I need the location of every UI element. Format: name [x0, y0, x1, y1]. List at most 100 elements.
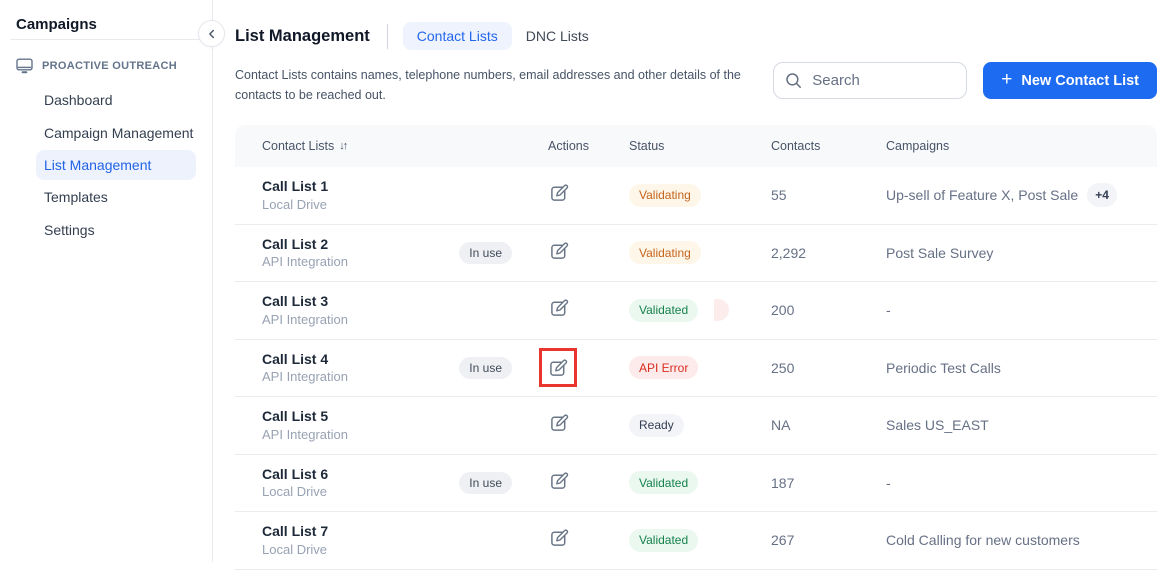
search-box: [773, 62, 968, 99]
search-input[interactable]: [773, 62, 968, 99]
sidebar-item-dashboard[interactable]: Dashboard: [0, 84, 212, 117]
table-row: Call List 3 API Integration Validated 20…: [235, 282, 1157, 340]
plus-icon: +: [1001, 69, 1013, 90]
sidebar-item-templates[interactable]: Templates: [0, 181, 212, 214]
page-description: Contact Lists contains names, telephone …: [235, 68, 741, 102]
table-row: Call List 2 API Integration In use Valid…: [235, 224, 1157, 282]
table-row: Call List 4 API Integration In use API E…: [235, 339, 1157, 397]
in-use-badge: In use: [459, 241, 512, 264]
sidebar-title: Campaigns: [16, 16, 97, 33]
sidebar-item-label: Settings: [44, 221, 95, 238]
new-contact-list-label: New Contact List: [1021, 72, 1139, 89]
sidebar-item-label: List Management: [44, 157, 152, 173]
edit-icon: [550, 359, 568, 376]
contacts-count: 2,292: [771, 244, 807, 261]
table-row: Call List 6 Local Drive In use Validated…: [235, 454, 1157, 512]
status-badge: Validated: [629, 298, 699, 322]
contacts-count: 200: [771, 302, 795, 319]
table-header-row: Contact Lists ↓↑ Actions Status Contacts…: [235, 125, 1157, 167]
edit-icon: [551, 414, 569, 432]
tab-contact-lists[interactable]: Contact Lists: [402, 22, 512, 50]
status-badge: API Error: [629, 356, 699, 380]
column-header-status: Status: [629, 139, 665, 153]
campaigns-value: Up-sell of Feature X, Post Sale: [886, 187, 1079, 204]
contact-lists-table: Contact Lists ↓↑ Actions Status Contacts…: [235, 125, 1157, 570]
edit-list-button[interactable]: [548, 240, 570, 262]
tab-dnc-lists[interactable]: DNC Lists: [512, 22, 603, 50]
edit-list-button[interactable]: [548, 412, 570, 434]
sidebar-item-label: Dashboard: [44, 92, 113, 109]
sidebar-collapse-button[interactable]: [198, 20, 225, 47]
sidebar-menu: Dashboard Campaign Management List Manag…: [0, 84, 212, 246]
edit-icon: [551, 299, 569, 317]
sidebar-item-label: Templates: [44, 189, 108, 206]
sidebar-section-proactive-outreach: PROACTIVE OUTREACH: [0, 56, 212, 76]
contacts-count: 187: [771, 474, 795, 491]
table-row: Call List 5 API Integration Ready NA Sal…: [235, 397, 1157, 455]
sort-icon[interactable]: ↓↑: [339, 140, 348, 152]
new-contact-list-button[interactable]: + New Contact List: [983, 62, 1157, 99]
edit-list-button[interactable]: [548, 182, 570, 204]
monitor-icon: [16, 58, 33, 74]
list-source: API Integration: [262, 254, 348, 270]
title-divider: [386, 23, 388, 49]
list-source: Local Drive: [262, 196, 328, 212]
campaigns-value: Periodic Test Calls: [886, 359, 1001, 376]
table-row: Call List 7 Local Drive Validated 267 Co…: [235, 512, 1157, 570]
edit-icon: [551, 472, 569, 489]
list-source: API Integration: [262, 311, 348, 327]
sidebar-item-campaign-management[interactable]: Campaign Management: [0, 117, 212, 150]
campaigns-value: -: [886, 474, 891, 491]
list-name: Call List 4: [262, 350, 329, 367]
list-name: Call List 5: [262, 408, 329, 425]
edit-list-button[interactable]: [548, 527, 570, 549]
sidebar-item-list-management[interactable]: List Management: [36, 150, 196, 180]
sidebar-section-label: PROACTIVE OUTREACH: [42, 60, 177, 72]
tab-label: DNC Lists: [525, 28, 589, 44]
sidebar-item-settings[interactable]: Settings: [0, 214, 212, 247]
sidebar-item-label: Campaign Management: [44, 124, 194, 141]
status-badge: Validating: [629, 241, 701, 265]
edit-icon: [551, 529, 569, 547]
campaigns-value: Cold Calling for new customers: [886, 532, 1080, 549]
list-source: API Integration: [262, 369, 348, 385]
contacts-count: 267: [771, 532, 795, 549]
list-name: Call List 7: [262, 523, 329, 540]
list-source: API Integration: [262, 426, 348, 442]
status-badge: Validating: [629, 183, 701, 207]
in-use-badge: In use: [459, 471, 512, 494]
in-use-badge: In use: [459, 356, 512, 379]
topbar: List Management Contact Lists DNC Lists …: [235, 22, 1157, 105]
contacts-count: NA: [771, 417, 791, 434]
status-badge: Validated: [629, 471, 699, 495]
column-header-contacts: Contacts: [771, 139, 821, 153]
edit-list-button[interactable]: [547, 357, 569, 379]
search-icon: [785, 72, 802, 89]
campaigns-extra-badge[interactable]: +4: [1087, 183, 1117, 208]
list-source: Local Drive: [262, 484, 328, 500]
contacts-count: 55: [771, 187, 787, 204]
list-source: Local Drive: [262, 541, 328, 557]
table-row: Call List 1 Local Drive Validating 55 Up…: [235, 167, 1157, 225]
edit-list-button[interactable]: [548, 297, 570, 319]
column-header-actions: Actions: [548, 139, 589, 153]
campaigns-value: Sales US_EAST: [886, 417, 989, 434]
list-name: Call List 3: [262, 293, 329, 310]
list-name: Call List 1: [262, 178, 329, 195]
status-badge: Validated: [629, 528, 699, 552]
page-title: List Management: [235, 26, 370, 45]
status-badge: Ready: [629, 413, 684, 437]
column-header-campaigns: Campaigns: [886, 139, 950, 153]
edit-icon: [551, 184, 569, 202]
sidebar-header: Campaigns: [0, 0, 212, 40]
campaigns-value: -: [886, 302, 891, 319]
list-name: Call List 6: [262, 465, 329, 482]
campaigns-value: Post Sale Survey: [886, 244, 994, 261]
edit-list-button[interactable]: [548, 470, 570, 492]
chevron-left-icon: [205, 27, 219, 41]
edit-icon: [551, 242, 569, 259]
main-content: List Management Contact Lists DNC Lists …: [213, 0, 1169, 570]
tab-label: Contact Lists: [416, 28, 498, 44]
sidebar: Campaigns PROACTIVE OUTREACH Dashboard C…: [0, 0, 225, 562]
contacts-count: 250: [771, 359, 795, 376]
